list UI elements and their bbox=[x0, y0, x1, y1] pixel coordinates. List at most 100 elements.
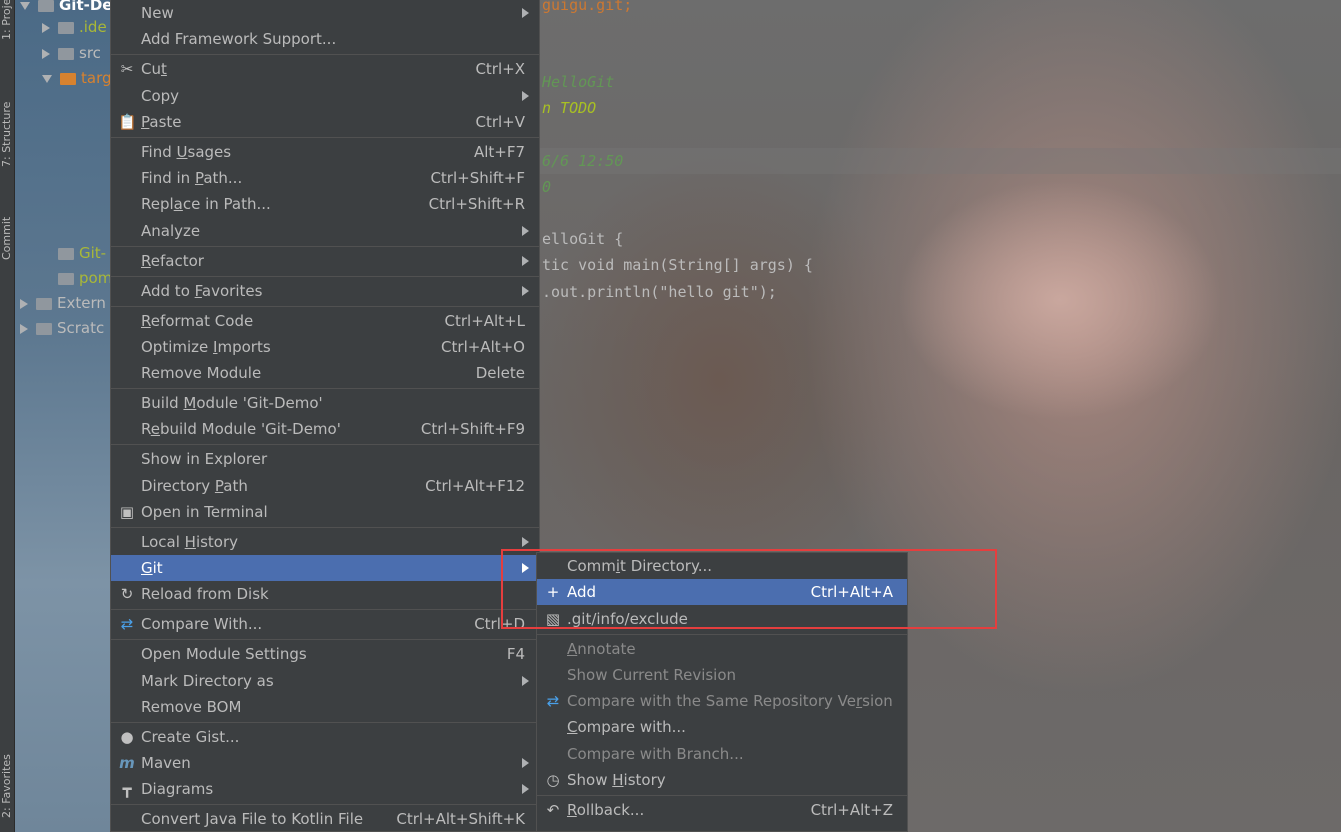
menu-item-rebuild-module-git-demo[interactable]: Rebuild Module 'Git-Demo' Ctrl+Shift+F9 bbox=[111, 416, 539, 442]
menu-item-reload-from-disk[interactable]: ↻ Reload from Disk bbox=[111, 581, 539, 607]
menu-item-open-in-terminal[interactable]: ▣ Open in Terminal bbox=[111, 499, 539, 525]
tree-node-label: Git- bbox=[79, 244, 107, 262]
collapse-arrow-icon[interactable] bbox=[20, 298, 28, 309]
menu-item-label: Local History bbox=[141, 533, 239, 551]
menu-item-replace-in-path[interactable]: Replace in Path... Ctrl+Shift+R bbox=[111, 191, 539, 217]
menu-separator bbox=[537, 634, 907, 635]
menu-item-show-history[interactable]: ◷ Show History bbox=[537, 767, 907, 793]
code-line: n TODO bbox=[542, 99, 597, 117]
menu-item-label: Show History bbox=[567, 771, 666, 789]
folder-icon bbox=[58, 21, 74, 34]
code-line: 0 bbox=[542, 178, 552, 196]
menu-item-shortcut: Ctrl+Alt+L bbox=[444, 312, 526, 330]
menu-item-label: Copy bbox=[141, 87, 180, 105]
menu-item-compare-with[interactable]: Compare with... bbox=[537, 714, 907, 740]
code-line: .out.println("hello git"); bbox=[542, 283, 777, 301]
collapse-arrow-icon[interactable] bbox=[42, 22, 50, 33]
tree-node[interactable]: Extern bbox=[20, 291, 106, 315]
menu-item-reformat-code[interactable]: Reformat Code Ctrl+Alt+L bbox=[111, 308, 539, 334]
menu-item-shortcut: Alt+F7 bbox=[473, 143, 525, 161]
menu-item-compare-with-branch: Compare with Branch... bbox=[537, 741, 907, 767]
code-line: tic void main(String[] args) { bbox=[542, 256, 813, 274]
menu-item-create-gist[interactable]: ● Create Gist... bbox=[111, 724, 539, 750]
menu-item-refactor[interactable]: Refactor bbox=[111, 248, 539, 274]
menu-item-build-module-git-demo[interactable]: Build Module 'Git-Demo' bbox=[111, 390, 539, 416]
menu-item-remove-module[interactable]: Remove Module Delete bbox=[111, 360, 539, 386]
menu-item-shortcut: Ctrl+X bbox=[475, 60, 525, 78]
menu-item-label: Add to Favorites bbox=[141, 282, 263, 300]
tab-commit[interactable]: Commit bbox=[0, 190, 15, 260]
menu-item-shortcut: Ctrl+Alt+Z bbox=[810, 801, 893, 819]
menu-item-new[interactable]: New bbox=[111, 0, 539, 26]
expand-arrow-icon[interactable] bbox=[42, 74, 52, 83]
menu-item-local-history[interactable]: Local History bbox=[111, 529, 539, 555]
tree-node[interactable]: pom bbox=[42, 266, 112, 290]
menu-item-compare-with[interactable]: ⇄ Compare With... Ctrl+D bbox=[111, 611, 539, 637]
menu-item-label: Create Gist... bbox=[141, 728, 240, 746]
tree-node[interactable]: .ide bbox=[42, 15, 107, 39]
tab-structure[interactable]: 7: Structure bbox=[0, 72, 15, 167]
tree-node-label: .ide bbox=[79, 18, 107, 36]
menu-item-find-usages[interactable]: Find Usages Alt+F7 bbox=[111, 139, 539, 165]
expand-arrow-icon[interactable] bbox=[20, 1, 30, 10]
menu-item-git[interactable]: Git bbox=[111, 555, 539, 581]
menu-item-add-to-favorites[interactable]: Add to Favorites bbox=[111, 278, 539, 304]
menu-item-convert-java-file-to-kotlin-file[interactable]: Convert Java File to Kotlin File Ctrl+Alt… bbox=[111, 806, 539, 832]
collapse-arrow-icon[interactable] bbox=[42, 48, 50, 59]
menu-item-rollback[interactable]: ↶ Rollback... Ctrl+Alt+Z bbox=[537, 797, 907, 823]
menu-item-mark-directory-as[interactable]: Mark Directory as bbox=[111, 668, 539, 694]
tree-node-label: Extern bbox=[57, 294, 106, 312]
tree-node[interactable]: src bbox=[42, 41, 101, 65]
folder-icon bbox=[36, 322, 52, 335]
reload-icon: ↻ bbox=[120, 585, 134, 603]
scissors-icon: ✂ bbox=[120, 60, 134, 78]
submenu-arrow-icon bbox=[522, 784, 529, 794]
tab-project[interactable]: 1: Project bbox=[0, 0, 15, 40]
compare-icon: ⇄ bbox=[546, 692, 560, 710]
menu-item-cut[interactable]: ✂ Cut Ctrl+X bbox=[111, 56, 539, 82]
menu-item-label: Find Usages bbox=[141, 143, 232, 161]
menu-item-add-framework-support[interactable]: Add Framework Support... bbox=[111, 26, 539, 52]
menu-item-copy[interactable]: Copy bbox=[111, 83, 539, 109]
menu-item-shortcut: Ctrl+Alt+O bbox=[441, 338, 525, 356]
menu-item-maven[interactable]: m Maven bbox=[111, 750, 539, 776]
menu-item-show-in-explorer[interactable]: Show in Explorer bbox=[111, 446, 539, 472]
menu-item-directory-path[interactable]: Directory Path Ctrl+Alt+F12 bbox=[111, 473, 539, 499]
menu-item-paste[interactable]: 📋 Paste Ctrl+V bbox=[111, 109, 539, 135]
menu-item-shortcut: Ctrl+Alt+Shift+K bbox=[396, 810, 525, 828]
menu-item-label: Open Module Settings bbox=[141, 645, 307, 663]
menu-item-compare-with-the-same-repository-version: ⇄ Compare with the Same Repository Versio… bbox=[537, 688, 907, 714]
tree-node[interactable]: targ bbox=[42, 66, 112, 90]
menu-item-find-in-path[interactable]: Find in Path... Ctrl+Shift+F bbox=[111, 165, 539, 191]
menu-item-show-current-revision: Show Current Revision bbox=[537, 662, 907, 688]
menu-item-shortcut: Ctrl+Shift+R bbox=[428, 195, 525, 213]
clipboard-icon: 📋 bbox=[118, 113, 137, 131]
menu-item-open-module-settings[interactable]: Open Module Settings F4 bbox=[111, 641, 539, 667]
menu-item-diagrams[interactable]: ┳ Diagrams bbox=[111, 776, 539, 802]
menu-item-label: Find in Path... bbox=[141, 169, 243, 187]
menu-item-label: Git bbox=[141, 559, 163, 577]
submenu-arrow-icon bbox=[522, 256, 529, 266]
menu-item-shortcut: Delete bbox=[475, 364, 525, 382]
code-line: elloGit { bbox=[542, 230, 624, 248]
submenu-arrow-icon bbox=[522, 537, 529, 547]
maven-icon: m bbox=[119, 754, 135, 772]
menu-item-label: Diagrams bbox=[141, 780, 214, 798]
tab-favorites[interactable]: 2: Favorites bbox=[0, 718, 15, 818]
menu-item-remove-bom[interactable]: Remove BOM bbox=[111, 694, 539, 720]
menu-item-optimize-imports[interactable]: Optimize Imports Ctrl+Alt+O bbox=[111, 334, 539, 360]
submenu-arrow-icon bbox=[522, 286, 529, 296]
submenu-arrow-icon bbox=[522, 676, 529, 686]
submenu-arrow-icon bbox=[522, 91, 529, 101]
menu-item-shortcut: Ctrl+V bbox=[475, 113, 525, 131]
menu-item-analyze[interactable]: Analyze bbox=[111, 218, 539, 244]
tree-node[interactable]: Scratc bbox=[20, 316, 104, 340]
menu-item-label: Remove BOM bbox=[141, 698, 242, 716]
folder-icon bbox=[36, 297, 52, 310]
tree-node[interactable]: Git- bbox=[42, 241, 106, 265]
menu-item-shortcut: F4 bbox=[506, 645, 525, 663]
menu-separator bbox=[111, 276, 539, 277]
menu-separator bbox=[537, 795, 907, 796]
collapse-arrow-icon[interactable] bbox=[20, 323, 28, 334]
menu-item-shortcut: Ctrl+Shift+F9 bbox=[420, 420, 525, 438]
